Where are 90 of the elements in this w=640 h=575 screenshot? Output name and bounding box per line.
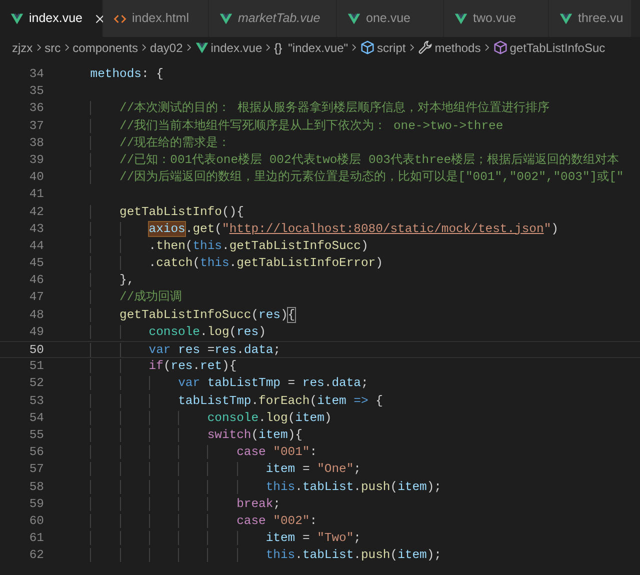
chevron-right-icon [408, 42, 416, 53]
code-line: item = "One"; [61, 461, 361, 478]
cube-icon [492, 40, 508, 55]
breadcrumb-item[interactable]: methods [434, 38, 481, 56]
line-number: 61 [28, 530, 44, 548]
code-line: switch(item){ [61, 426, 302, 444]
code-line: break; [61, 496, 280, 513]
line-number: 42 [28, 204, 44, 220]
breadcrumb-item[interactable]: zjzx [12, 38, 33, 56]
line-number: 53 [28, 392, 44, 410]
file-tab[interactable]: index.vue [0, 0, 103, 37]
code-line: .catch(this.getTabListInfoError) [61, 255, 383, 272]
file-tab[interactable]: two.vue [444, 0, 549, 37]
line-number: 38 [28, 134, 44, 152]
code-line: var tabListTmp = res.data; [61, 375, 368, 393]
line-number: 41 [28, 186, 44, 204]
code-line: case "001": [61, 444, 318, 462]
cube-icon [360, 40, 376, 55]
code-line: .then(this.getTabListInfoSucc) [61, 238, 368, 256]
chevron-right-icon [482, 42, 491, 53]
v-logo-icon [347, 12, 361, 26]
breadcrumb-item[interactable]: src [44, 38, 61, 56]
v-logo-icon [559, 12, 573, 26]
line-number: 45 [28, 255, 44, 272]
line-number: 56 [28, 444, 44, 462]
code-line: if(res.ret){ [61, 358, 237, 376]
chevron-right-icon [184, 42, 193, 53]
code-line: }, [61, 272, 134, 290]
breadcrumb-item[interactable]: components [72, 38, 138, 56]
line-number: 34 [28, 66, 44, 83]
line-number: 36 [28, 100, 44, 118]
code-line: //因为后端返回的数组，里边的元素位置是动态的，比如可以是["001","002","003"]或[" [61, 169, 624, 186]
line-number: 37 [28, 118, 44, 135]
code-line: //本次测试的目的： 根据从服务器拿到楼层顺序信息，对本地组件位置进行排序 [61, 100, 550, 118]
line-number: 54 [28, 410, 44, 427]
chevron-right-icon [34, 42, 43, 53]
line-number: 55 [28, 426, 44, 444]
file-tab[interactable]: index.html [103, 0, 209, 37]
line-number: 48 [28, 306, 44, 324]
code-line: tabListTmp.forEach(item => { [61, 392, 383, 410]
v-logo-icon [454, 12, 468, 26]
breadcrumb-item[interactable]: index.vue [210, 38, 262, 56]
line-number: 50 [28, 342, 44, 358]
close-icon[interactable] [94, 12, 106, 24]
code-line: this.tabList.push(item); [61, 478, 442, 496]
line-number: 62 [28, 547, 44, 564]
line-number: 52 [28, 375, 44, 392]
v-logo-icon [10, 12, 24, 26]
code-line: var res =res.data; [61, 342, 281, 360]
breadcrumb-item[interactable]: getTabListInfoSuc [510, 38, 606, 56]
v-logo-icon [194, 40, 209, 54]
line-number: 40 [28, 169, 44, 186]
code-line: getTabListInfo(){ [61, 204, 244, 221]
v-logo-icon [219, 12, 233, 26]
code-line: //已知：001代表one楼层 002代表two楼层 003代表three楼层；根据后端返回的数组对本 [61, 152, 620, 170]
code-line: console.log(item) [61, 410, 332, 427]
line-number: 39 [28, 152, 44, 169]
line-number: 43 [28, 220, 44, 238]
braces-icon: {} [274, 38, 282, 56]
breadcrumb-item[interactable]: "index.vue" [288, 38, 348, 56]
chevron-right-icon [264, 42, 272, 53]
code-line: //成功回调 [61, 289, 182, 307]
code-line: getTabListInfoSucc(res){ [61, 306, 296, 324]
line-number: 58 [28, 478, 44, 496]
file-tab[interactable]: one.vue [337, 0, 444, 37]
code-line: console.log(res) [61, 324, 266, 341]
wrench-icon [418, 40, 433, 55]
chevron-right-icon [62, 42, 71, 53]
line-number: 44 [28, 238, 44, 255]
file-tab[interactable]: three.vu [549, 0, 632, 37]
code-line: //现在给的需求是： [61, 134, 230, 152]
line-number: 57 [28, 461, 44, 478]
line-number: 51 [28, 358, 44, 376]
code-line: axios.get("http://localhost:8080/static/mock/test.json") [61, 220, 558, 238]
chevron-right-icon [140, 42, 148, 53]
line-number: 46 [28, 272, 44, 290]
breadcrumb-item[interactable]: day02 [150, 38, 183, 56]
code-line: case "002": [61, 512, 318, 530]
line-number: 49 [28, 324, 44, 341]
code-line: item = "Two"; [61, 530, 361, 548]
line-number: 35 [28, 83, 44, 100]
code-line: //我们当前本地组件写死顺序是从上到下依次为： one->two->three [61, 118, 504, 135]
line-number: 60 [28, 512, 44, 530]
line-number: 59 [28, 496, 44, 513]
breadcrumb-item[interactable]: script [377, 38, 406, 56]
file-tab[interactable]: marketTab.vue [209, 0, 337, 37]
line-number: 47 [28, 289, 44, 306]
chevron-right-icon [350, 42, 358, 53]
code-line: this.tabList.push(item); [61, 547, 442, 564]
code-line: methods: { [89, 66, 164, 83]
